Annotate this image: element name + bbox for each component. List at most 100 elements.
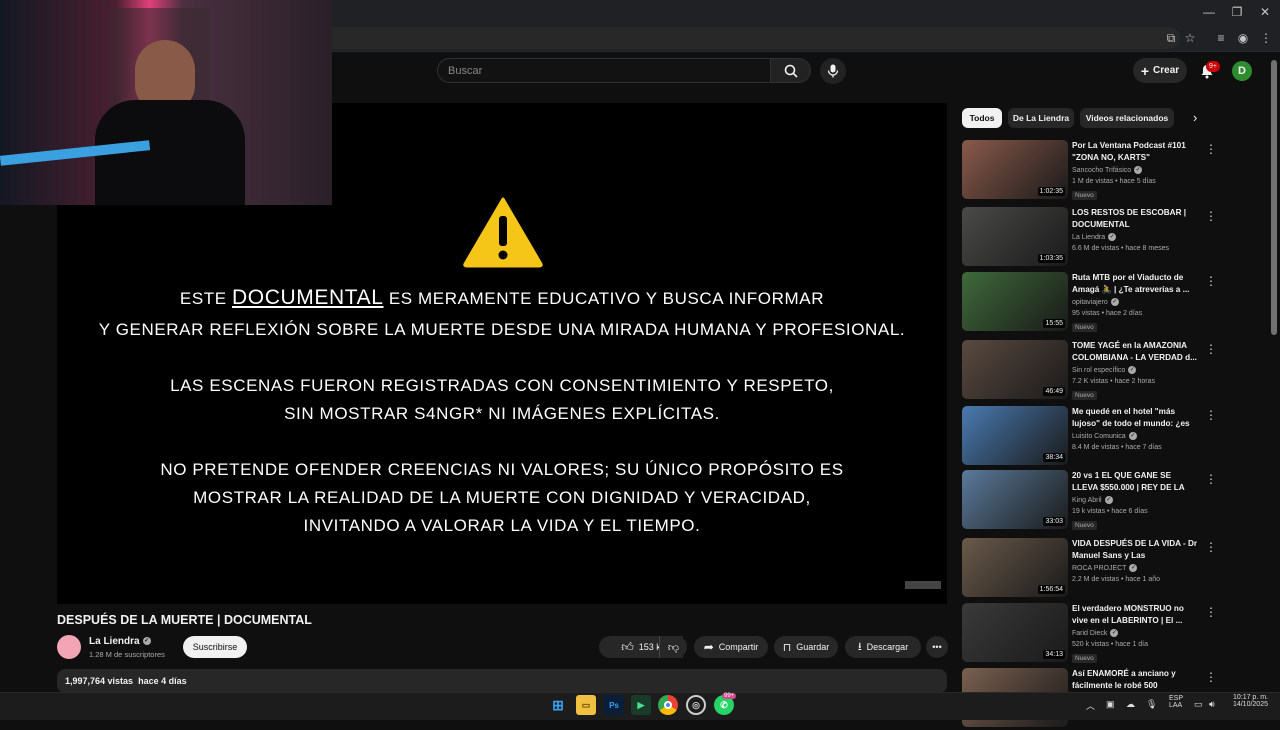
obs-icon[interactable]: ◎ <box>686 695 706 715</box>
volume-icon[interactable]: 🔊︎ <box>1209 699 1215 710</box>
channel-name[interactable]: La Liendra ✓ <box>89 636 151 647</box>
recommendation-title[interactable]: Me quedé en el hotel "más lujoso" de tod… <box>1072 406 1198 430</box>
recommendation-channel[interactable]: Sin rol específico ✓ <box>1072 366 1137 374</box>
address-bar[interactable] <box>320 27 1180 49</box>
microphone-icon <box>827 64 839 78</box>
more-icon[interactable]: ⋮ <box>1258 30 1274 46</box>
restore-button[interactable]: ❐ <box>1228 4 1246 20</box>
app-green-icon[interactable]: ▶ <box>631 695 651 715</box>
account-avatar[interactable]: D <box>1232 61 1252 81</box>
recommendation-title[interactable]: Así ENAMORÉ a anciano y fácilmente le ro… <box>1072 668 1198 692</box>
recommendation-title[interactable]: LOS RESTOS DE ESCOBAR | DOCUMENTAL <box>1072 207 1198 231</box>
language-indicator[interactable]: ESP LAA <box>1169 695 1183 709</box>
search-input[interactable]: Buscar <box>437 58 771 83</box>
monitor-icon[interactable]: ▭ <box>1194 699 1203 710</box>
verified-icon: ✓ <box>1110 298 1119 306</box>
recommendation-meta: 8.4 M de vistas • hace 7 días <box>1072 444 1162 451</box>
recommendation-title[interactable]: Por La Ventana Podcast #101 "ZONA NO, KA… <box>1072 140 1198 164</box>
more-vertical-icon[interactable]: ⋮ <box>1205 540 1217 554</box>
tray-mic-icon[interactable]: 🎙︎ <box>1146 699 1157 710</box>
chrome-icon[interactable] <box>658 695 678 715</box>
channel-name-text: La Liendra <box>89 636 140 647</box>
video-thumbnail[interactable]: 46:49 <box>962 340 1068 399</box>
recommendation-channel[interactable]: Farid Dieck ✓ <box>1072 629 1119 637</box>
recommendation-item[interactable]: 34:13 El verdadero MONSTRUO no vive en el… <box>962 603 1217 665</box>
overlay-line-2: Y GENERAR REFLEXIÓN SOBRE LA MUERTE DESD… <box>98 320 906 339</box>
save-button[interactable]: ⊓ Guardar <box>774 636 838 658</box>
recommendation-item[interactable]: 1:56:54 VIDA DESPUÉS DE LA VIDA - Dr Manu… <box>962 538 1217 600</box>
recommendation-channel[interactable]: Luisito Comunica ✓ <box>1072 432 1137 440</box>
more-vertical-icon[interactable]: ⋮ <box>1205 342 1217 356</box>
channel-text: Sin rol específico <box>1072 366 1126 374</box>
channel-text: Farid Dieck <box>1072 629 1108 637</box>
recommendation-channel[interactable]: opitaviajero ✓ <box>1072 298 1119 306</box>
more-vertical-icon[interactable]: ⋮ <box>1205 408 1217 422</box>
tray-chevron-icon[interactable]: ︿ <box>1086 699 1095 712</box>
recommendation-item[interactable]: 1:03:35 LOS RESTOS DE ESCOBAR | DOCUMENTA… <box>962 207 1217 269</box>
chevron-right-icon[interactable]: › <box>1193 110 1197 125</box>
search-button[interactable] <box>771 58 811 83</box>
cast-icon[interactable]: ⧉ <box>1163 30 1179 46</box>
video-thumbnail[interactable]: 1:56:54 <box>962 538 1068 597</box>
more-vertical-icon[interactable]: ⋮ <box>1205 605 1217 619</box>
recommendation-channel[interactable]: La Liendra ✓ <box>1072 233 1117 241</box>
share-icon: ➦ <box>703 640 714 654</box>
overlay-line-4: SIN MOSTRAR S4NGR* NI IMÁGENES EXPLÍCITA… <box>284 404 720 423</box>
video-thumbnail[interactable]: 1:02:35 <box>962 140 1068 199</box>
recommendation-item[interactable]: 46:49 TOME YAGÉ en la AMAZONIA COLOMBIANA… <box>962 340 1217 402</box>
recommendation-item[interactable]: 15:55 Ruta MTB por el Viaducto de Amagá 🚴… <box>962 272 1217 334</box>
video-thumbnail[interactable]: 1:03:35 <box>962 207 1068 266</box>
recommendation-channel[interactable]: Sancocho Trifásico ✓ <box>1072 166 1143 174</box>
recommendation-title[interactable]: VIDA DESPUÉS DE LA VIDA - Dr Manuel Sans… <box>1072 538 1198 562</box>
more-vertical-icon[interactable]: ⋮ <box>1205 472 1217 486</box>
voice-search-button[interactable] <box>820 58 846 84</box>
duration-badge: 34:13 <box>1043 650 1065 659</box>
recommendation-title[interactable]: Ruta MTB por el Viaducto de Amagá 🚴 | ¿T… <box>1072 272 1198 296</box>
tray-app-icon[interactable]: ▣ <box>1106 699 1115 710</box>
tray-cloud-icon[interactable]: ☁ <box>1126 699 1135 710</box>
description-box[interactable]: 1,997,764 vistas hace 4 días <box>57 669 947 693</box>
overlay-line-7: INVITANDO A VALORAR LA VIDA Y EL TIEMPO. <box>303 516 701 535</box>
dislike-button[interactable]: 👎︎ <box>659 636 687 658</box>
recommendation-channel[interactable]: ROCA PROJECT ✓ <box>1072 564 1138 572</box>
recommendation-item[interactable]: 38:34 Me quedé en el hotel "más lujoso" d… <box>962 406 1217 468</box>
verified-icon: ✓ <box>1110 629 1119 637</box>
download-button[interactable]: ⭳ Descargar <box>845 636 921 658</box>
recommendation-item[interactable]: 33:03 20 vs 1 EL QUE GANE SE LLEVA $550.0… <box>962 470 1217 532</box>
more-vertical-icon[interactable]: ⋮ <box>1205 209 1217 223</box>
video-thumbnail[interactable]: 38:34 <box>962 406 1068 465</box>
video-thumbnail[interactable]: 33:03 <box>962 470 1068 529</box>
chip-todos[interactable]: Todos <box>962 108 1002 128</box>
recommendation-title[interactable]: 20 vs 1 EL QUE GANE SE LLEVA $550.000 | … <box>1072 470 1198 494</box>
more-vertical-icon[interactable]: ⋮ <box>1205 670 1217 684</box>
more-vertical-icon[interactable]: ⋮ <box>1205 274 1217 288</box>
video-thumbnail[interactable]: 15:55 <box>962 272 1068 331</box>
more-vertical-icon[interactable]: ⋮ <box>1205 142 1217 156</box>
star-icon[interactable]: ☆ <box>1182 30 1198 46</box>
create-button[interactable]: + Crear <box>1133 58 1187 83</box>
clock[interactable]: 10:17 p. m. 14/10/2025 <box>1226 694 1268 708</box>
subscribe-button[interactable]: Suscribirse <box>183 636 247 658</box>
recommendation-item[interactable]: 1:02:35 Por La Ventana Podcast #101 "ZONA… <box>962 140 1217 202</box>
profile-icon[interactable]: ◉ <box>1235 30 1251 46</box>
share-button[interactable]: ➦ Compartir <box>694 636 768 658</box>
scrollbar[interactable] <box>1271 60 1277 335</box>
photoshop-icon[interactable]: Ps <box>604 695 624 715</box>
recommendation-channel[interactable]: King Abril ✓ <box>1072 496 1113 504</box>
minimize-button[interactable]: — <box>1200 4 1218 20</box>
recommendation-title[interactable]: El verdadero MONSTRUO no vive en el LABE… <box>1072 603 1198 627</box>
windows-start-icon[interactable]: ⊞ <box>548 695 568 715</box>
file-explorer-icon[interactable]: ▭ <box>576 695 596 715</box>
duration-badge: 38:34 <box>1043 453 1065 462</box>
recommendation-title[interactable]: TOME YAGÉ en la AMAZONIA COLOMBIANA - LA… <box>1072 340 1198 364</box>
queue-icon[interactable]: ≡ <box>1213 30 1229 46</box>
new-badge: Nuevo <box>1072 323 1097 332</box>
channel-avatar[interactable] <box>57 635 81 659</box>
new-badge: Nuevo <box>1072 654 1097 663</box>
more-actions-button[interactable]: ••• <box>926 636 948 658</box>
video-thumbnail[interactable]: 34:13 <box>962 603 1068 662</box>
close-window-button[interactable]: ✕ <box>1256 4 1274 20</box>
recommendation-meta: 520 k vistas • hace 1 día <box>1072 641 1148 648</box>
chip-videos-relacionados[interactable]: Videos relacionados <box>1080 108 1174 128</box>
chip-de-la-liendra[interactable]: De La Liendra <box>1008 108 1074 128</box>
